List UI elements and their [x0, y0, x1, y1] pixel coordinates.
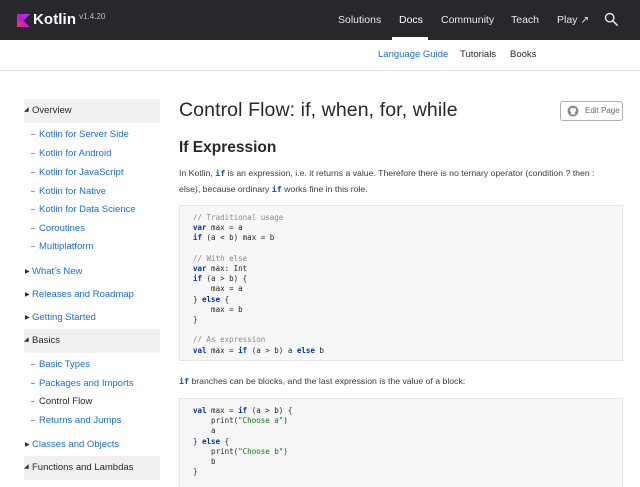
- section-title: If Expression: [179, 139, 277, 156]
- sidebar-item-whats-new[interactable]: What's New: [32, 266, 82, 277]
- version-label: v1.4.20: [79, 12, 106, 21]
- page-title: Control Flow: if, when, for, while: [179, 99, 458, 121]
- sidebar-item-getting-started[interactable]: Getting Started: [32, 312, 96, 323]
- intro-line-1: In Kotlin, if is an expression, i.e. it …: [179, 165, 594, 181]
- subnav-language-guide[interactable]: Language Guide: [378, 49, 448, 60]
- nav-play[interactable]: Play ↗: [557, 14, 589, 26]
- sidebar-item-server-side[interactable]: Kotlin for Server Side: [39, 129, 129, 140]
- kotlin-logo-icon: [17, 14, 30, 27]
- sidebar-item-classes[interactable]: Classes and Objects: [32, 439, 119, 450]
- github-icon: [567, 105, 579, 117]
- code-sample: // Traditional usage var max = a if (a <…: [193, 213, 324, 355]
- intro-text: else), because ordinary: [179, 184, 272, 194]
- logo-text: Kotlin: [33, 11, 77, 28]
- sidebar-item-basics: Basics: [32, 335, 60, 346]
- edit-page-label: Edit Page: [585, 106, 620, 115]
- triangle-right-icon: ▶: [25, 442, 30, 448]
- dash-icon: [31, 228, 35, 229]
- sidebar-item-functions: Functions and Lambdas: [32, 462, 134, 473]
- triangle-right-icon: ▶: [25, 292, 30, 298]
- sidebar-item-returns[interactable]: Returns and Jumps: [39, 415, 121, 426]
- dash-icon: [31, 364, 35, 365]
- sidebar-item-data-science[interactable]: Kotlin for Data Science: [39, 204, 136, 215]
- dash-icon: [31, 153, 35, 154]
- subnav-books[interactable]: Books: [510, 49, 536, 60]
- sidebar-item-multiplatform[interactable]: Multiplatform: [39, 241, 93, 252]
- intro-text: is an expression, i.e. it returns a valu…: [225, 168, 595, 178]
- nav-solutions[interactable]: Solutions: [338, 14, 381, 26]
- nav-teach[interactable]: Teach: [511, 14, 539, 26]
- edit-page-button[interactable]: Edit Page: [560, 101, 623, 121]
- top-nav-bar: Kotlin v1.4.20 Solutions Docs Community …: [0, 0, 640, 40]
- dash-icon: [31, 383, 35, 384]
- nav-community[interactable]: Community: [441, 14, 494, 26]
- dash-icon: [31, 401, 35, 402]
- sidebar-group-functions[interactable]: ◢ Functions and Lambdas: [24, 456, 160, 480]
- intro-text: works fine in this role.: [281, 184, 368, 194]
- sidebar-item-releases[interactable]: Releases and Roadmap: [32, 289, 134, 300]
- sidebar-item-overview: Overview: [32, 105, 72, 116]
- subnav-tutorials[interactable]: Tutorials: [460, 49, 496, 60]
- intro-text: In Kotlin,: [179, 168, 216, 178]
- blocks-paragraph: if branches can be blocks, and the last …: [179, 373, 465, 389]
- sidebar-item-control-flow[interactable]: Control Flow: [39, 396, 92, 407]
- dash-icon: [31, 246, 35, 247]
- triangle-down-icon: ◢: [24, 107, 29, 113]
- sidebar-item-javascript[interactable]: Kotlin for JavaScript: [39, 167, 123, 178]
- sidebar-item-coroutines[interactable]: Coroutines: [39, 223, 85, 234]
- nav-docs[interactable]: Docs: [399, 14, 423, 26]
- code-block-if-expression[interactable]: // Traditional usage var max = a if (a <…: [179, 205, 623, 361]
- sidebar-item-basic-types[interactable]: Basic Types: [39, 359, 90, 370]
- triangle-right-icon: ▶: [25, 315, 30, 321]
- sidebar-item-android[interactable]: Kotlin for Android: [39, 148, 111, 159]
- sidebar-item-packages[interactable]: Packages and Imports: [39, 378, 134, 389]
- sidebar-group-basics[interactable]: ◢ Basics: [24, 329, 160, 353]
- sidebar-group-overview[interactable]: ◢ Overview: [24, 99, 160, 123]
- intro-line-2: else), because ordinary if works fine in…: [179, 181, 368, 197]
- triangle-down-icon: ◢: [24, 464, 29, 470]
- search-icon[interactable]: [604, 12, 618, 26]
- kotlin-logo[interactable]: Kotlin v1.4.20: [17, 11, 105, 28]
- inline-code: if: [271, 184, 282, 194]
- dash-icon: [31, 172, 35, 173]
- inline-code: if: [215, 168, 226, 178]
- dash-icon: [31, 420, 35, 421]
- code-block-if-blocks[interactable]: val max = if (a > b) { print("Choose a")…: [179, 398, 623, 487]
- sidebar-item-native[interactable]: Kotlin for Native: [39, 186, 106, 197]
- dash-icon: [31, 209, 35, 210]
- triangle-down-icon: ◢: [24, 337, 29, 343]
- dash-icon: [31, 191, 35, 192]
- triangle-right-icon: ▶: [25, 269, 30, 275]
- dash-icon: [31, 134, 35, 135]
- inline-code: if: [179, 376, 189, 386]
- code-sample: val max = if (a > b) { print("Choose a")…: [193, 406, 293, 477]
- sub-nav: Language Guide Tutorials Books: [0, 40, 640, 71]
- blocks-text: branches can be blocks, and the last exp…: [189, 376, 466, 386]
